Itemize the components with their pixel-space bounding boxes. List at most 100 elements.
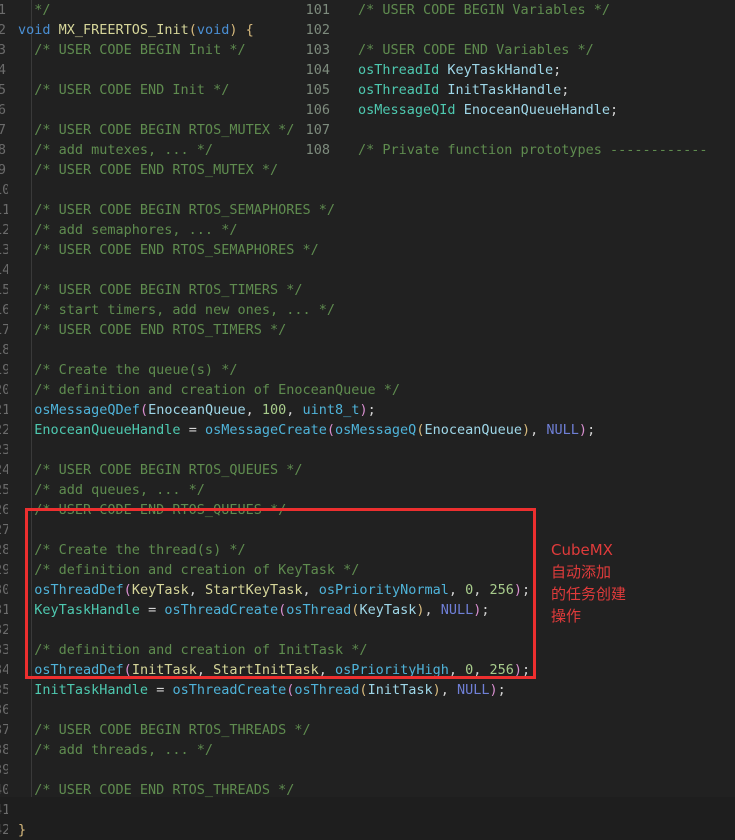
line-content[interactable]: /* definition and creation of InitTask *… xyxy=(8,640,735,660)
line-number: 11 xyxy=(0,202,8,218)
line-content[interactable] xyxy=(8,340,735,360)
line-number: 13 xyxy=(0,242,8,258)
overlay-code-row: 107 xyxy=(296,120,735,140)
line-number: 29 xyxy=(0,562,8,578)
code-row: 18 xyxy=(0,340,735,360)
line-content[interactable] xyxy=(334,20,358,40)
line-content[interactable]: /* Private function prototypes ---------… xyxy=(334,140,708,160)
code-row: 42 } xyxy=(0,820,735,840)
line-number: 102 xyxy=(305,22,330,38)
line-content[interactable] xyxy=(8,700,735,720)
code-row: 34 osThreadDef(InitTask, StartInitTask, … xyxy=(0,660,735,680)
line-number: 3 xyxy=(0,42,6,58)
line-number: 107 xyxy=(305,122,330,138)
line-number: 5 xyxy=(0,82,6,98)
line-number: 10 xyxy=(0,182,8,198)
line-number: 23 xyxy=(0,442,8,458)
line-content[interactable] xyxy=(8,260,735,280)
line-number: 40 xyxy=(0,782,8,798)
overlay-code-row: 104 osThreadId KeyTaskHandle; xyxy=(296,60,735,80)
line-content[interactable] xyxy=(334,120,358,140)
line-number: 38 xyxy=(0,742,8,758)
line-content[interactable]: /* USER CODE BEGIN RTOS_QUEUES */ xyxy=(8,460,735,480)
line-number: 37 xyxy=(0,722,8,738)
line-number: 12 xyxy=(0,222,8,238)
code-row: 27 xyxy=(0,520,735,540)
line-number: 32 xyxy=(0,622,8,638)
line-number: 104 xyxy=(305,62,330,78)
line-number: 22 xyxy=(0,422,8,438)
code-row: 21 osMessageQDef(EnoceanQueue, 100, uint… xyxy=(0,400,735,420)
line-content[interactable]: /* add semaphores, ... */ xyxy=(8,220,735,240)
line-content[interactable]: /* add threads, ... */ xyxy=(8,740,735,760)
line-number: 6 xyxy=(0,102,6,118)
line-number: 31 xyxy=(0,602,8,618)
line-number: 16 xyxy=(0,302,8,318)
line-content[interactable]: osThreadDef(InitTask, StartInitTask, osP… xyxy=(8,660,735,680)
line-content[interactable] xyxy=(8,520,735,540)
line-number: 17 xyxy=(0,322,8,338)
line-number: 1 xyxy=(0,2,6,18)
code-row: 10 xyxy=(0,180,735,200)
line-content[interactable]: osThreadId InitTaskHandle; xyxy=(334,80,569,100)
line-content[interactable]: EnoceanQueueHandle = osMessageCreate(osM… xyxy=(8,420,735,440)
line-number: 36 xyxy=(0,702,8,718)
line-number: 27 xyxy=(0,522,8,538)
line-number: 2 xyxy=(0,22,6,38)
line-content[interactable]: /* USER CODE END RTOS_SEMAPHORES */ xyxy=(8,240,735,260)
line-number: 18 xyxy=(0,342,8,358)
line-number: 28 xyxy=(0,542,8,558)
line-number: 101 xyxy=(305,2,330,18)
line-number: 14 xyxy=(0,262,8,278)
code-row: 40 /* USER CODE END RTOS_THREADS */ xyxy=(0,780,735,800)
code-editor: 1 */ 2 void MX_FREERTOS_Init(void) { 3 /… xyxy=(0,0,735,838)
line-content[interactable] xyxy=(8,180,735,200)
line-number: 9 xyxy=(0,162,6,178)
code-row: 38 /* add threads, ... */ xyxy=(0,740,735,760)
line-content[interactable]: /* Create the queue(s) */ xyxy=(8,360,735,380)
line-content[interactable]: /* add queues, ... */ xyxy=(8,480,735,500)
code-row: 26 /* USER CODE END RTOS_QUEUES */ xyxy=(0,500,735,520)
line-content[interactable]: osThreadId KeyTaskHandle; xyxy=(334,60,561,80)
line-content[interactable]: /* USER CODE BEGIN RTOS_THREADS */ xyxy=(8,720,735,740)
line-content[interactable]: /* USER CODE BEGIN Variables */ xyxy=(334,0,610,20)
line-content[interactable]: /* USER CODE BEGIN RTOS_SEMAPHORES */ xyxy=(8,200,735,220)
code-row: 12 /* add semaphores, ... */ xyxy=(0,220,735,240)
line-content[interactable]: /* definition and creation of EnoceanQue… xyxy=(8,380,735,400)
line-number: 4 xyxy=(0,62,6,78)
line-content[interactable]: } xyxy=(8,820,735,840)
code-row: 17 /* USER CODE END RTOS_TIMERS */ xyxy=(0,320,735,340)
code-row: 23 xyxy=(0,440,735,460)
line-content[interactable]: /* USER CODE BEGIN RTOS_TIMERS */ xyxy=(8,280,735,300)
line-number: 7 xyxy=(0,122,6,138)
code-row: 33 /* definition and creation of InitTas… xyxy=(0,640,735,660)
overlay-code-row: 108 /* Private function prototypes -----… xyxy=(296,140,735,160)
line-number: 35 xyxy=(0,682,8,698)
code-row: 22 EnoceanQueueHandle = osMessageCreate(… xyxy=(0,420,735,440)
line-number: 20 xyxy=(0,382,8,398)
line-content[interactable] xyxy=(8,440,735,460)
code-row: 36 xyxy=(0,700,735,720)
code-row: 16 /* start timers, add new ones, ... */ xyxy=(0,300,735,320)
code-row: 25 /* add queues, ... */ xyxy=(0,480,735,500)
line-number: 42 xyxy=(0,822,8,838)
code-row: 11 /* USER CODE BEGIN RTOS_SEMAPHORES */ xyxy=(0,200,735,220)
line-content[interactable]: osMessageQDef(EnoceanQueue, 100, uint8_t… xyxy=(8,400,735,420)
line-content[interactable]: /* USER CODE END RTOS_THREADS */ xyxy=(8,780,735,800)
line-number: 15 xyxy=(0,282,8,298)
line-number: 34 xyxy=(0,662,8,678)
line-number: 21 xyxy=(0,402,8,418)
line-content[interactable] xyxy=(8,760,735,780)
line-content[interactable] xyxy=(8,800,735,820)
line-content[interactable]: /* USER CODE END RTOS_QUEUES */ xyxy=(8,500,735,520)
overlay-code-row: 101 /* USER CODE BEGIN Variables */ xyxy=(296,0,735,20)
code-row: 20 /* definition and creation of Enocean… xyxy=(0,380,735,400)
line-content[interactable]: /* USER CODE END Variables */ xyxy=(334,40,594,60)
line-content[interactable]: /* USER CODE END RTOS_TIMERS */ xyxy=(8,320,735,340)
line-content[interactable]: /* start timers, add new ones, ... */ xyxy=(8,300,735,320)
line-content[interactable]: osMessageQId EnoceanQueueHandle; xyxy=(334,100,618,120)
overlay-code-row: 106 osMessageQId EnoceanQueueHandle; xyxy=(296,100,735,120)
line-number: 19 xyxy=(0,362,8,378)
annotation-text: CubeMX 自动添加 的任务创建 操作 xyxy=(551,541,627,625)
line-content[interactable]: InitTaskHandle = osThreadCreate(osThread… xyxy=(8,680,735,700)
